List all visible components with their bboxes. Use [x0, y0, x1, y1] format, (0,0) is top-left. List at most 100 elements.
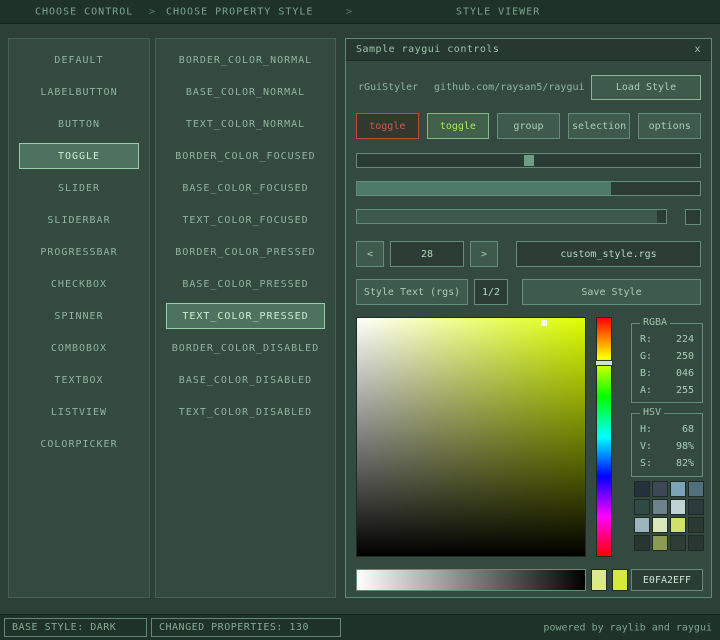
hsv-s-value: 82% [675, 458, 694, 469]
hue-slider[interactable] [595, 317, 613, 557]
color-swatch[interactable] [652, 517, 668, 533]
sample-sliderbar[interactable] [356, 209, 667, 224]
controls-list-panel: DEFAULT LABELBUTTON BUTTON TOGGLE SLIDER… [8, 38, 150, 598]
window-title: Sample raygui controls [356, 44, 500, 55]
property-item-base-color-disabled[interactable]: BASE_COLOR_DISABLED [166, 367, 325, 393]
window-title-bar[interactable]: Sample raygui controls x [346, 39, 711, 61]
color-swatch[interactable] [634, 481, 650, 497]
base-style-box[interactable]: BASE STYLE: DARK [4, 618, 147, 637]
grayscale-bar[interactable] [356, 569, 586, 591]
property-item-text-color-pressed[interactable]: TEXT_COLOR_PRESSED [166, 303, 325, 329]
spinner-decrement-button[interactable]: < [356, 241, 384, 267]
style-viewer-window: Sample raygui controls x rGuiStyler gith… [345, 38, 712, 598]
property-item-border-color-pressed[interactable]: BORDER_COLOR_PRESSED [166, 239, 325, 265]
color-swatch[interactable] [634, 499, 650, 515]
rguistyler-app: CHOOSE CONTROL > CHOOSE PROPERTY STYLE >… [0, 0, 720, 640]
rgba-g-label: G: [640, 351, 653, 362]
hsv-v-value: 98% [675, 441, 694, 452]
toggle-button-options[interactable]: options [638, 113, 701, 139]
color-swatch[interactable] [634, 517, 650, 533]
hsv-h-row: H: 68 [632, 421, 702, 438]
hsv-h-label: H: [640, 424, 653, 435]
properties-list-panel: BORDER_COLOR_NORMAL BASE_COLOR_NORMAL TE… [155, 38, 336, 598]
window-body: rGuiStyler github.com/raysan5/raygui Loa… [346, 61, 711, 597]
sample-checkbox[interactable] [685, 209, 701, 225]
rgba-b-row: B: 046 [632, 365, 702, 382]
control-item-textbox[interactable]: TEXTBOX [19, 367, 139, 393]
control-item-checkbox[interactable]: CHECKBOX [19, 271, 139, 297]
rgba-g-row: G: 250 [632, 348, 702, 365]
control-item-button[interactable]: BUTTON [19, 111, 139, 137]
hsv-s-row: S: 82% [632, 455, 702, 472]
repo-link[interactable]: github.com/raysan5/raygui [434, 82, 585, 93]
sample-slider[interactable] [356, 153, 701, 168]
property-item-border-color-focused[interactable]: BORDER_COLOR_FOCUSED [166, 143, 325, 169]
current-color-swatch[interactable] [612, 569, 628, 591]
sliderbar-fill [357, 210, 657, 223]
page-indicator[interactable]: 1/2 [474, 279, 508, 305]
color-swatch[interactable] [634, 535, 650, 551]
control-item-sliderbar[interactable]: SLIDERBAR [19, 207, 139, 233]
rgba-r-label: R: [640, 334, 653, 345]
style-text-button[interactable]: Style Text (rgs) [356, 279, 468, 305]
rgba-a-value: 255 [675, 385, 694, 396]
hsv-v-row: V: 98% [632, 438, 702, 455]
control-item-listview[interactable]: LISTVIEW [19, 399, 139, 425]
hue-slider-handle[interactable] [595, 360, 613, 367]
step-separator-icon: > [149, 6, 157, 17]
color-swatch[interactable] [670, 481, 686, 497]
filename-input[interactable]: custom_style.rgs [516, 241, 701, 267]
color-swatch[interactable] [652, 481, 668, 497]
save-style-button[interactable]: Save Style [522, 279, 701, 305]
toggle-button-group[interactable]: group [497, 113, 560, 139]
close-icon[interactable]: x [694, 44, 701, 55]
toggle-button-pressed-red[interactable]: toggle [356, 113, 419, 139]
property-item-text-color-focused[interactable]: TEXT_COLOR_FOCUSED [166, 207, 325, 233]
control-item-toggle[interactable]: TOGGLE [19, 143, 139, 169]
toggle-button-selection[interactable]: selection [567, 113, 631, 139]
color-swatch[interactable] [670, 517, 686, 533]
rgba-r-row: R: 224 [632, 331, 702, 348]
color-swatch[interactable] [688, 535, 704, 551]
control-item-progressbar[interactable]: PROGRESSBAR [19, 239, 139, 265]
hsv-group: HSV H: 68 V: 98% S: 82% [631, 407, 703, 477]
rgba-group-title: RGBA [640, 317, 671, 328]
rgba-a-label: A: [640, 385, 653, 396]
control-item-slider[interactable]: SLIDER [19, 175, 139, 201]
property-item-border-color-normal[interactable]: BORDER_COLOR_NORMAL [166, 47, 325, 73]
step-choose-property-style: CHOOSE PROPERTY STYLE [166, 6, 314, 17]
color-swatch[interactable] [688, 499, 704, 515]
hsv-s-label: S: [640, 458, 653, 469]
control-item-spinner[interactable]: SPINNER [19, 303, 139, 329]
property-item-text-color-normal[interactable]: TEXT_COLOR_NORMAL [166, 111, 325, 137]
slider-handle[interactable] [523, 155, 534, 166]
rgba-a-row: A: 255 [632, 382, 702, 399]
hex-color-input[interactable]: E0FA2EFF [631, 569, 703, 591]
control-item-default[interactable]: DEFAULT [19, 47, 139, 73]
property-item-border-color-disabled[interactable]: BORDER_COLOR_DISABLED [166, 335, 325, 361]
control-item-combobox[interactable]: COMBOBOX [19, 335, 139, 361]
control-item-labelbutton[interactable]: LABELBUTTON [19, 79, 139, 105]
property-item-text-color-disabled[interactable]: TEXT_COLOR_DISABLED [166, 399, 325, 425]
color-swatch[interactable] [670, 535, 686, 551]
control-item-colorpicker[interactable]: COLORPICKER [19, 431, 139, 457]
color-swatch[interactable] [652, 499, 668, 515]
rgba-b-value: 046 [675, 368, 694, 379]
color-swatch[interactable] [652, 535, 668, 551]
current-color-light-swatch[interactable] [591, 569, 607, 591]
sv-marker-icon[interactable] [540, 319, 547, 326]
property-item-base-color-focused[interactable]: BASE_COLOR_FOCUSED [166, 175, 325, 201]
color-swatch-grid [634, 481, 704, 551]
color-swatch[interactable] [688, 517, 704, 533]
color-swatch[interactable] [670, 499, 686, 515]
property-item-base-color-pressed[interactable]: BASE_COLOR_PRESSED [166, 271, 325, 297]
toggle-button-active[interactable]: toggle [426, 113, 490, 139]
step-style-viewer: STYLE VIEWER [456, 6, 541, 17]
color-swatch[interactable] [688, 481, 704, 497]
load-style-button[interactable]: Load Style [591, 75, 701, 100]
hsv-h-value: 68 [681, 424, 694, 435]
spinner-value-box[interactable]: 28 [390, 241, 464, 267]
color-picker-sv-area[interactable] [356, 317, 586, 557]
property-item-base-color-normal[interactable]: BASE_COLOR_NORMAL [166, 79, 325, 105]
spinner-increment-button[interactable]: > [470, 241, 498, 267]
